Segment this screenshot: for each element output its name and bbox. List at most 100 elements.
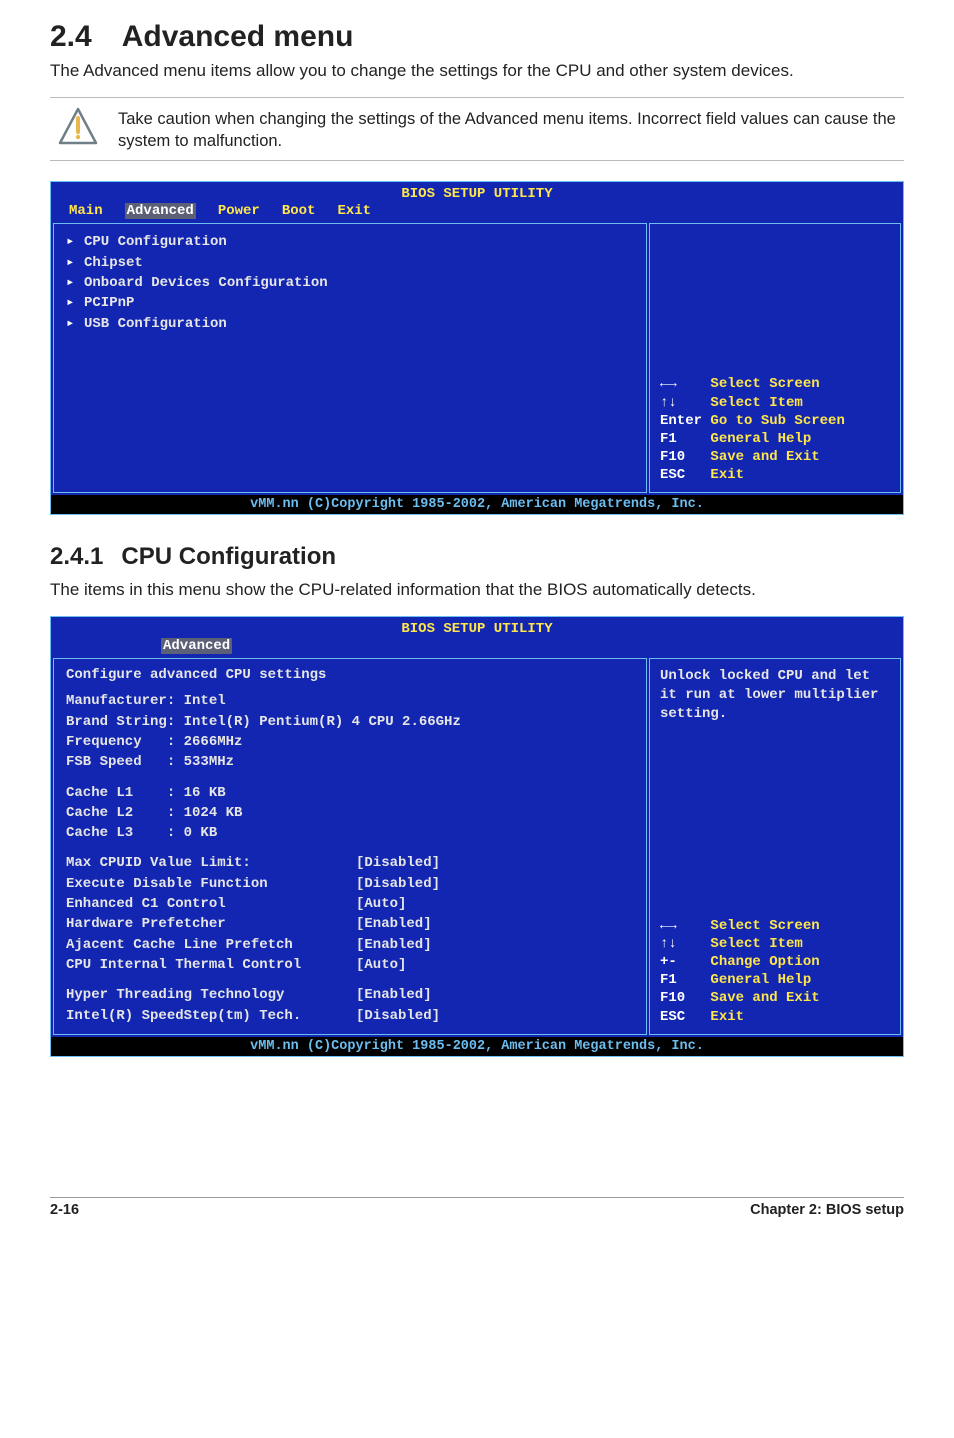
nav-hint-row: ←→ Select Screen xyxy=(660,375,890,393)
nav-key: ↑↓ xyxy=(660,394,710,412)
menu-item-onboard-devices[interactable]: ▸ Onboard Devices Configuration xyxy=(66,273,634,293)
bios-title: BIOS SETUP UTILITY xyxy=(51,182,903,203)
bios-right-pane: Unlock locked CPU and let it run at lowe… xyxy=(649,658,901,1034)
menu-item-label: USB Configuration xyxy=(84,314,227,334)
warning-icon xyxy=(58,106,98,146)
nav-hint-row: F10 Save and Exit xyxy=(660,989,890,1007)
nav-label: Select Item xyxy=(710,395,802,411)
nav-hint-row: ESC Exit xyxy=(660,1008,890,1026)
bios-tab-bar: Main Advanced Power Boot Exit xyxy=(51,203,903,221)
setting-value: [Auto] xyxy=(356,955,406,975)
submenu-arrow-icon: ▸ xyxy=(66,273,76,293)
tab-advanced[interactable]: Advanced xyxy=(161,638,232,654)
bios-left-pane: Configure advanced CPU settings Manufact… xyxy=(53,658,647,1034)
chapter-label: Chapter 2: BIOS setup xyxy=(750,1202,904,1218)
nav-key: Enter xyxy=(660,412,710,430)
cpu-settings-block-2: Hyper Threading Technology[Enabled]Intel… xyxy=(66,985,634,1026)
setting-row[interactable]: Max CPUID Value Limit:[Disabled] xyxy=(66,853,634,873)
section-number: 2.4 xyxy=(50,20,92,54)
section-title-text: Advanced menu xyxy=(122,20,354,53)
config-heading: Configure advanced CPU settings xyxy=(66,667,634,683)
tab-exit[interactable]: Exit xyxy=(337,203,371,219)
setting-row[interactable]: Hyper Threading Technology[Enabled] xyxy=(66,985,634,1005)
nav-hint-row: ↑↓ Select Item xyxy=(660,394,890,412)
info-line: Frequency : 2666MHz xyxy=(66,732,634,752)
nav-label: Go to Sub Screen xyxy=(710,413,844,429)
nav-label: Select Screen xyxy=(710,918,819,934)
setting-row[interactable]: Hardware Prefetcher[Enabled] xyxy=(66,914,634,934)
caution-note: Take caution when changing the settings … xyxy=(50,97,904,162)
cache-line: Cache L3 : 0 KB xyxy=(66,823,634,843)
nav-label: Change Option xyxy=(710,954,819,970)
bios-right-pane: ←→ Select Screen↑↓ Select ItemEnter Go t… xyxy=(649,223,901,493)
nav-hint-row: ESC Exit xyxy=(660,466,890,484)
setting-name: Enhanced C1 Control xyxy=(66,894,356,914)
setting-row[interactable]: Intel(R) SpeedStep(tm) Tech.[Disabled] xyxy=(66,1006,634,1026)
cpu-info-block: Manufacturer: IntelBrand String: Intel(R… xyxy=(66,691,634,772)
cache-line: Cache L2 : 1024 KB xyxy=(66,803,634,823)
nav-hint-row: ↑↓ Select Item xyxy=(660,935,890,953)
tab-power[interactable]: Power xyxy=(218,203,260,219)
subsection-heading: 2.4.1CPU Configuration xyxy=(50,543,904,571)
section-heading: 2.4 Advanced menu xyxy=(50,20,904,54)
nav-key: F1 xyxy=(660,971,710,989)
submenu-arrow-icon: ▸ xyxy=(66,293,76,313)
nav-key: F1 xyxy=(660,430,710,448)
setting-row[interactable]: CPU Internal Thermal Control[Auto] xyxy=(66,955,634,975)
nav-key: +- xyxy=(660,953,710,971)
caution-text: Take caution when changing the settings … xyxy=(118,106,904,153)
setting-name: Ajacent Cache Line Prefetch xyxy=(66,935,356,955)
setting-row[interactable]: Ajacent Cache Line Prefetch[Enabled] xyxy=(66,935,634,955)
setting-value: [Disabled] xyxy=(356,853,440,873)
menu-item-cpu-config[interactable]: ▸ CPU Configuration xyxy=(66,232,634,252)
nav-hint-row: ←→ Select Screen xyxy=(660,917,890,935)
info-line: FSB Speed : 533MHz xyxy=(66,752,634,772)
menu-item-usb-config[interactable]: ▸ USB Configuration xyxy=(66,314,634,334)
nav-key: F10 xyxy=(660,448,710,466)
subsection-intro: The items in this menu show the CPU-rela… xyxy=(50,579,904,602)
bios-footer: vMM.nn (C)Copyright 1985-2002, American … xyxy=(51,495,903,514)
menu-item-label: PCIPnP xyxy=(84,293,134,313)
setting-value: [Enabled] xyxy=(356,985,432,1005)
nav-hint-row: F1 General Help xyxy=(660,971,890,989)
nav-hint-row: +- Change Option xyxy=(660,953,890,971)
nav-hint-row: F1 General Help xyxy=(660,430,890,448)
nav-key-list: ←→ Select Screen↑↓ Select Item+- Change … xyxy=(660,917,890,1026)
menu-item-label: Chipset xyxy=(84,253,143,273)
submenu-arrow-icon: ▸ xyxy=(66,314,76,334)
nav-label: General Help xyxy=(710,431,811,447)
submenu-arrow-icon: ▸ xyxy=(66,232,76,252)
subsection-number: 2.4.1 xyxy=(50,543,103,571)
info-line: Brand String: Intel(R) Pentium(R) 4 CPU … xyxy=(66,712,634,732)
nav-label: Select Screen xyxy=(710,376,819,392)
nav-label: Save and Exit xyxy=(710,449,819,465)
nav-label: Select Item xyxy=(710,936,802,952)
setting-name: Hardware Prefetcher xyxy=(66,914,356,934)
menu-item-label: CPU Configuration xyxy=(84,232,227,252)
nav-label: Exit xyxy=(710,467,744,483)
nav-label: Save and Exit xyxy=(710,990,819,1006)
setting-value: [Disabled] xyxy=(356,1006,440,1026)
setting-value: [Auto] xyxy=(356,894,406,914)
setting-row[interactable]: Enhanced C1 Control[Auto] xyxy=(66,894,634,914)
menu-item-label: Onboard Devices Configuration xyxy=(84,273,328,293)
help-text: Unlock locked CPU and let it run at lowe… xyxy=(660,667,890,724)
tab-main[interactable]: Main xyxy=(69,203,103,219)
setting-value: [Disabled] xyxy=(356,874,440,894)
setting-row[interactable]: Execute Disable Function[Disabled] xyxy=(66,874,634,894)
nav-key: ESC xyxy=(660,1008,710,1026)
bios-footer: vMM.nn (C)Copyright 1985-2002, American … xyxy=(51,1037,903,1056)
menu-item-chipset[interactable]: ▸ Chipset xyxy=(66,253,634,273)
menu-item-pcipnp[interactable]: ▸ PCIPnP xyxy=(66,293,634,313)
setting-value: [Enabled] xyxy=(356,935,432,955)
nav-key-list: ←→ Select Screen↑↓ Select ItemEnter Go t… xyxy=(660,375,890,484)
bios-title: BIOS SETUP UTILITY xyxy=(51,617,903,638)
setting-name: Max CPUID Value Limit: xyxy=(66,853,356,873)
tab-boot[interactable]: Boot xyxy=(282,203,316,219)
nav-key: F10 xyxy=(660,989,710,1007)
submenu-arrow-icon: ▸ xyxy=(66,253,76,273)
cache-line: Cache L1 : 16 KB xyxy=(66,783,634,803)
nav-hint-row: Enter Go to Sub Screen xyxy=(660,412,890,430)
tab-advanced[interactable]: Advanced xyxy=(125,203,196,219)
setting-name: Execute Disable Function xyxy=(66,874,356,894)
